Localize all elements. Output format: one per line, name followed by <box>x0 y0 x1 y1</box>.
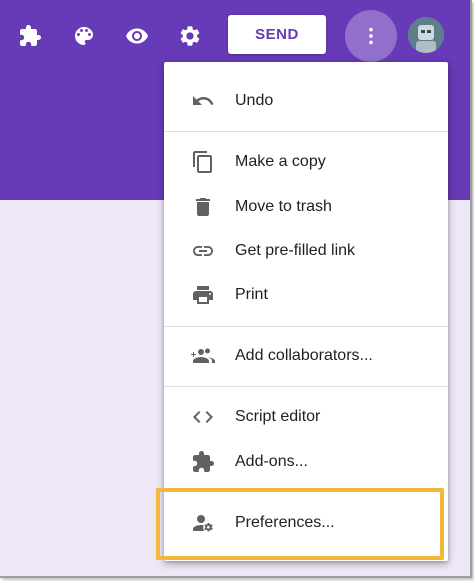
menu-item-label: Get pre-filled link <box>235 242 356 259</box>
palette-icon[interactable] <box>70 22 98 50</box>
menu-item-label: Print <box>235 286 268 303</box>
menu-item-label: Script editor <box>235 408 321 425</box>
menu-item-label: Add-ons... <box>235 453 308 470</box>
add-people-icon <box>190 343 216 369</box>
menu-item-label: Move to trash <box>235 198 332 215</box>
code-icon <box>190 404 216 430</box>
menu-item-undo[interactable]: Undo <box>164 79 448 123</box>
puzzle-icon <box>190 449 216 475</box>
more-options-menu: Undo Make a copy Move to trash Get pre-f… <box>164 62 448 561</box>
menu-item-get-pre-filled-link[interactable]: Get pre-filled link <box>164 229 448 273</box>
avatar[interactable] <box>408 17 444 53</box>
eye-icon[interactable] <box>123 22 151 50</box>
menu-divider <box>164 131 448 132</box>
forms-editor-window: SEND Undo Make a copy Move to trash Get … <box>0 0 472 578</box>
menu-item-add-collaborators[interactable]: Add collaborators... <box>164 334 448 378</box>
undo-icon <box>190 88 216 114</box>
menu-item-add-ons[interactable]: Add-ons... <box>164 440 448 484</box>
preferences-highlight-box <box>156 488 444 560</box>
menu-item-label: Add collaborators... <box>235 347 373 364</box>
menu-item-label: Make a copy <box>235 153 326 170</box>
copy-icon <box>190 149 216 175</box>
menu-divider <box>164 386 448 387</box>
add-on-icon[interactable] <box>16 22 44 50</box>
menu-item-script-editor[interactable]: Script editor <box>164 395 448 439</box>
send-button[interactable]: SEND <box>228 15 326 54</box>
print-icon <box>190 282 216 308</box>
menu-item-print[interactable]: Print <box>164 273 448 317</box>
menu-item-make-a-copy[interactable]: Make a copy <box>164 140 448 184</box>
gear-icon[interactable] <box>176 22 204 50</box>
menu-item-label: Undo <box>235 92 274 109</box>
link-icon <box>190 238 216 264</box>
menu-item-move-to-trash[interactable]: Move to trash <box>164 185 448 229</box>
more-options-button[interactable] <box>345 10 397 62</box>
more-vert-icon <box>369 27 373 45</box>
menu-divider <box>164 326 448 327</box>
trash-icon <box>190 194 216 220</box>
